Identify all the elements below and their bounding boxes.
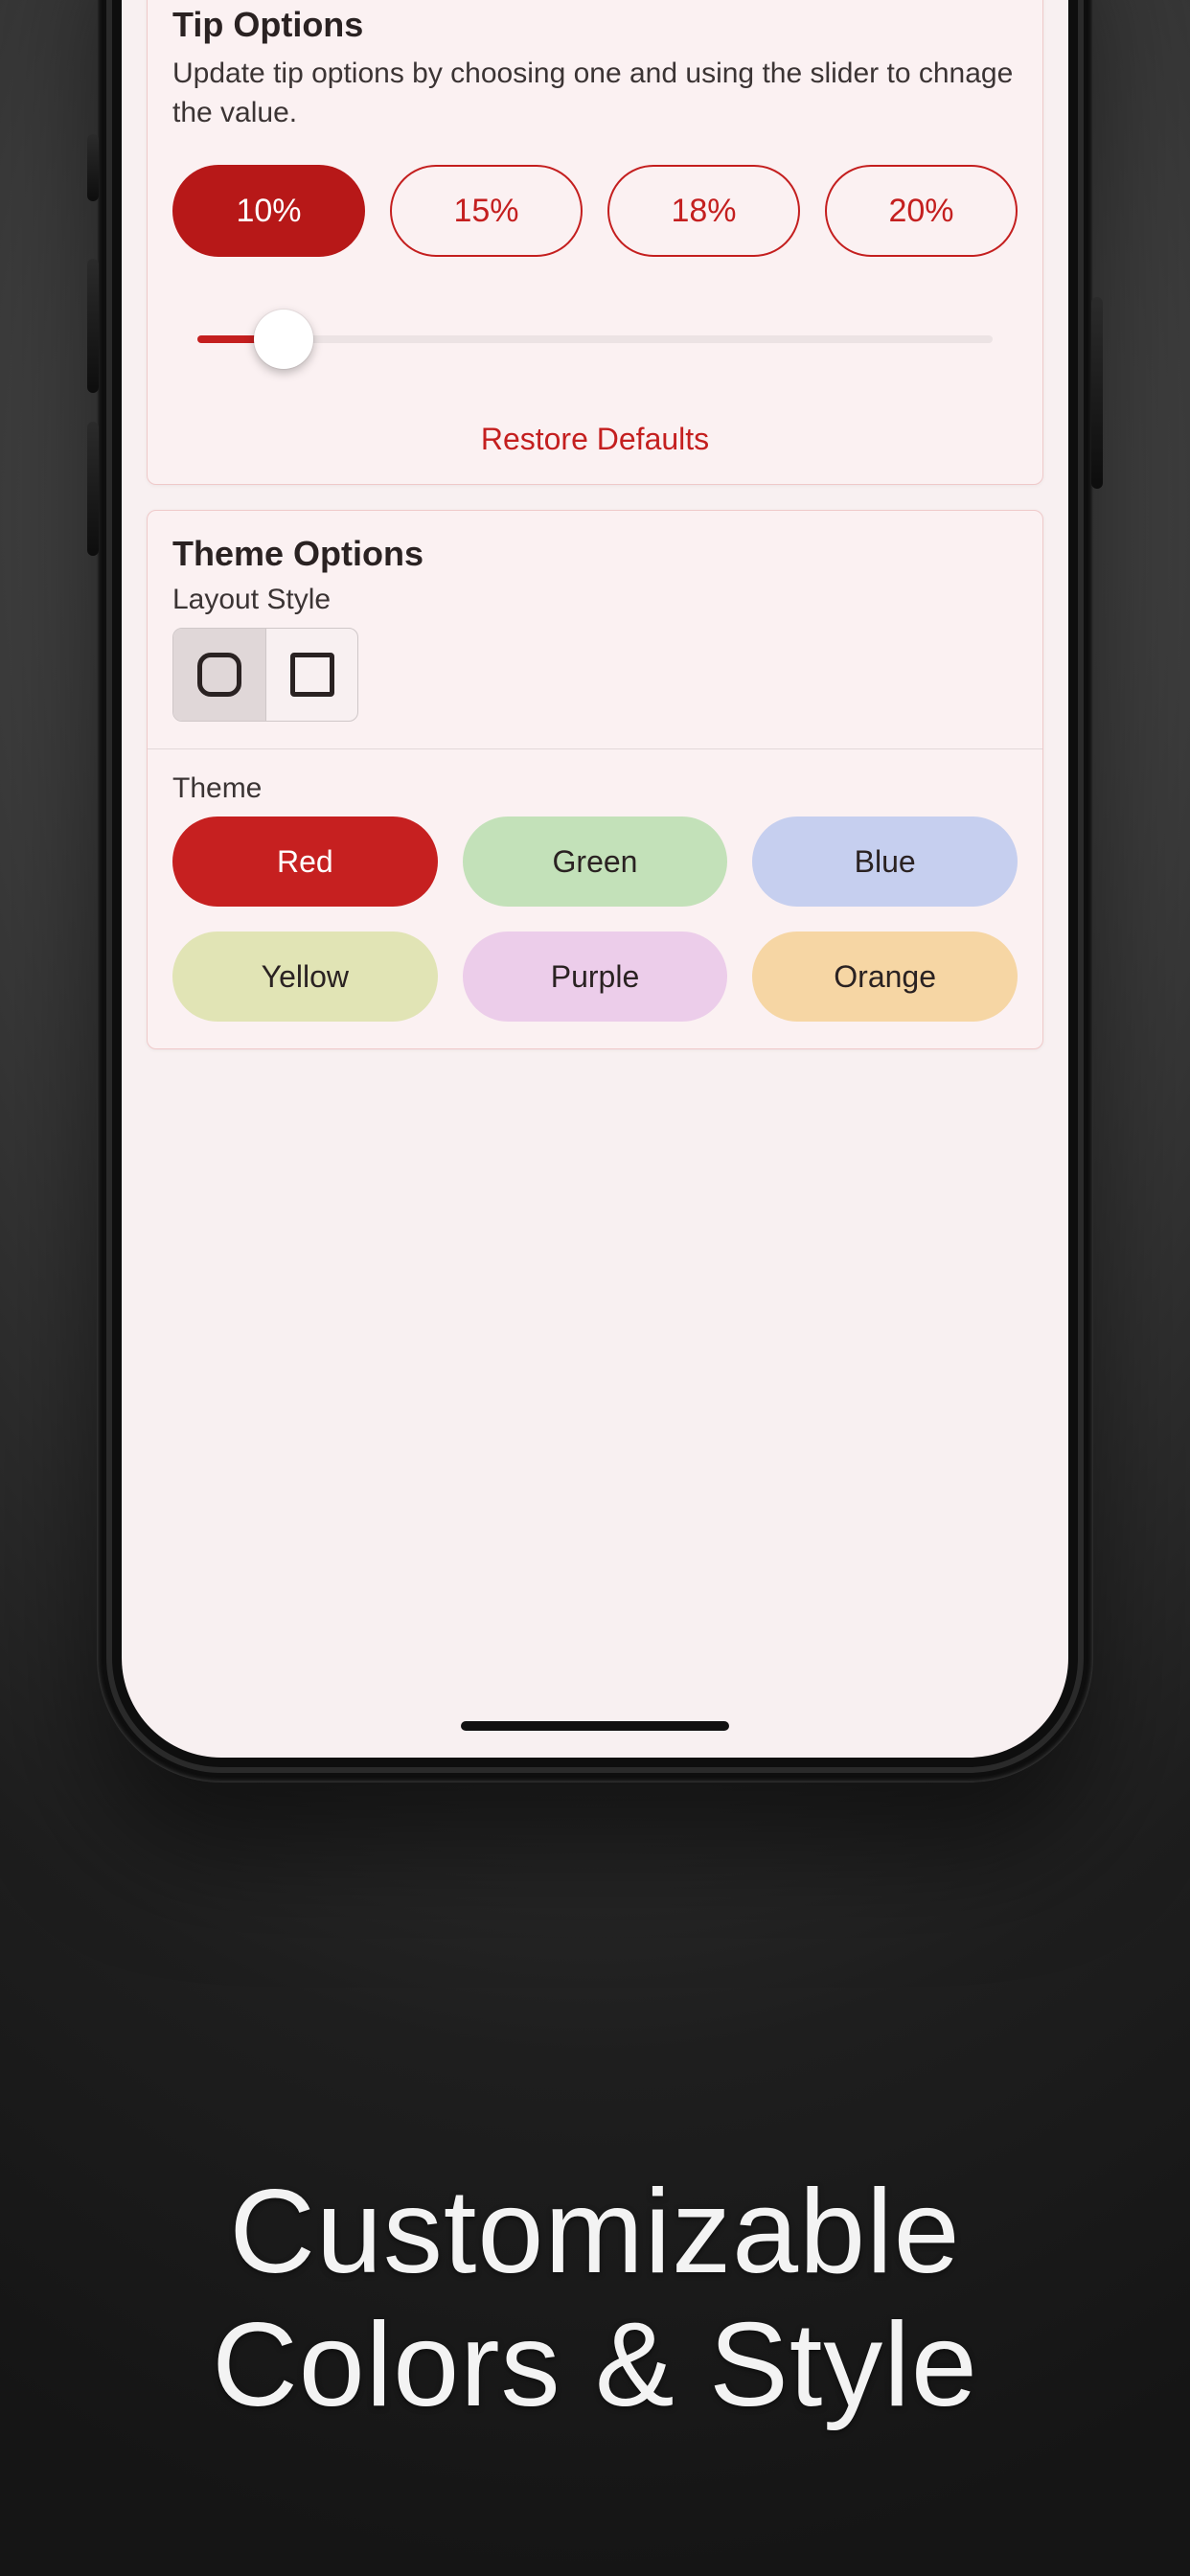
theme-blue[interactable]: Blue [752,816,1018,907]
caption-line-1: Customizable [0,2166,1190,2299]
phone-screen: Tip Calculator Settings Tip Options Upda… [122,0,1068,1758]
tip-slider[interactable] [174,310,1016,368]
home-indicator[interactable] [461,1721,729,1731]
phone-mute-switch [87,134,99,201]
theme-grid: Red Green Blue Yellow Purple Orange [172,816,1018,1022]
tip-option-18[interactable]: 18% [607,165,800,257]
divider [148,748,1042,749]
rounded-square-icon [197,653,241,697]
theme-label: Theme [172,772,1018,805]
tip-option-15[interactable]: 15% [390,165,583,257]
layout-square-option[interactable] [265,629,357,721]
theme-options-title: Theme Options [172,534,1018,574]
content-area: Tip Options Update tip options by choosi… [122,0,1068,1049]
phone-frame: Tip Calculator Settings Tip Options Upda… [97,0,1093,1782]
tip-options-title: Tip Options [172,5,1018,45]
marketing-caption: Customizable Colors & Style [0,2166,1190,2432]
square-icon [290,653,334,697]
theme-orange[interactable]: Orange [752,932,1018,1022]
phone-power-button [1091,297,1103,489]
theme-red[interactable]: Red [172,816,438,907]
slider-track [197,335,993,343]
theme-green[interactable]: Green [463,816,728,907]
restore-defaults-button[interactable]: Restore Defaults [172,422,1018,457]
tip-option-10[interactable]: 10% [172,165,365,257]
phone-volume-up [87,259,99,393]
slider-thumb[interactable] [254,310,313,369]
tip-options-description: Update tip options by choosing one and u… [172,55,1018,132]
tip-options-row: 10% 15% 18% 20% [172,165,1018,257]
theme-options-card: Theme Options Layout Style Theme Red Gre… [147,510,1043,1049]
layout-rounded-option[interactable] [173,629,265,721]
phone-volume-down [87,422,99,556]
layout-style-segmented [172,628,358,722]
caption-line-2: Colors & Style [0,2299,1190,2432]
tip-options-card: Tip Options Update tip options by choosi… [147,0,1043,485]
layout-style-label: Layout Style [172,584,1018,616]
tip-option-20[interactable]: 20% [825,165,1018,257]
theme-purple[interactable]: Purple [463,932,728,1022]
theme-yellow[interactable]: Yellow [172,932,438,1022]
